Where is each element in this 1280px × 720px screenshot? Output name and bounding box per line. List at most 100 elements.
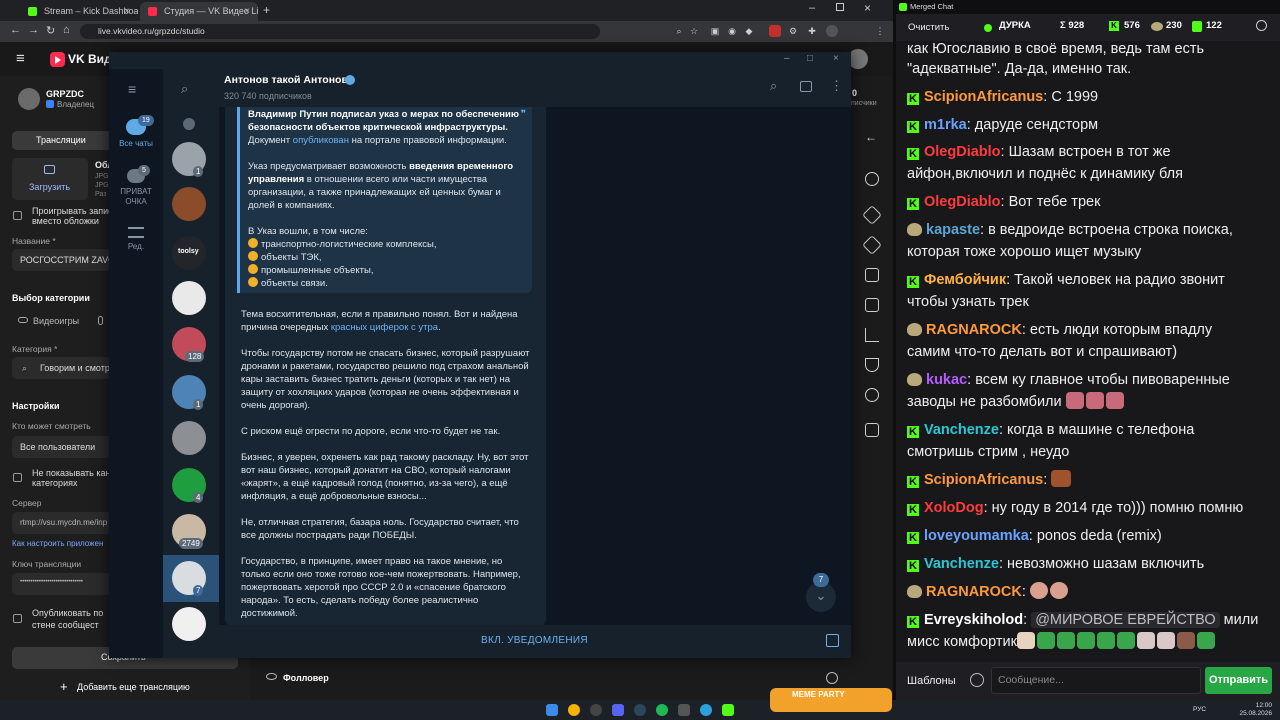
windows-start-icon[interactable] bbox=[546, 704, 558, 716]
extension-icon[interactable]: ⚙ bbox=[787, 25, 799, 37]
extension-icon[interactable]: ▣ bbox=[709, 25, 721, 37]
new-tab-icon[interactable]: + bbox=[263, 3, 270, 17]
forwarded-quote: ❞ Владимир Путин подписал указ о мерах п… bbox=[237, 107, 532, 293]
bookmark-star-icon[interactable]: ☆ bbox=[688, 25, 700, 37]
main-menu-icon[interactable]: ≡ bbox=[128, 82, 136, 96]
publish-checkbox[interactable] bbox=[13, 614, 22, 623]
channel-avatar[interactable] bbox=[18, 88, 40, 110]
minimize-icon[interactable]: – bbox=[784, 53, 790, 64]
chat-avatar[interactable] bbox=[172, 421, 206, 455]
chrome-icon[interactable] bbox=[568, 704, 580, 716]
profile-icon[interactable] bbox=[826, 25, 838, 37]
hamburger-menu-icon[interactable]: ≡ bbox=[16, 51, 25, 66]
category-games[interactable]: Видеоигры bbox=[33, 316, 79, 326]
mention-tag[interactable]: @МИРОВОЕ ЕВРЕЙСТВО bbox=[1031, 612, 1220, 628]
diamond-icon[interactable] bbox=[862, 235, 882, 255]
chat-message: kukac: всем ку главное чтобы пивоваренны… bbox=[907, 369, 1277, 391]
spotify-icon[interactable] bbox=[656, 704, 668, 716]
emote-icon bbox=[1085, 392, 1104, 409]
block-icon[interactable] bbox=[865, 388, 879, 402]
url-field[interactable]: live.vkvideo.ru/grpzdc/studio bbox=[80, 24, 600, 39]
clock-time: 12:00 bbox=[1255, 702, 1272, 709]
tray-lang[interactable]: РУС bbox=[1193, 706, 1206, 713]
list-icon[interactable] bbox=[865, 298, 879, 312]
forward-icon[interactable]: → bbox=[28, 24, 39, 36]
clear-button[interactable]: Очистить bbox=[900, 18, 957, 37]
post-line: пожертвовать херотой про СССР 2.0 и «спа… bbox=[241, 582, 506, 593]
search-icon[interactable]: ⌕ bbox=[181, 81, 188, 97]
folder-private[interactable]: ПРИВАТ ОЧКА bbox=[109, 169, 163, 207]
steam-icon[interactable] bbox=[634, 704, 646, 716]
folder-all-chats[interactable]: Все чаты bbox=[109, 119, 163, 149]
message-area: ❞ Владимир Путин подписал указ о мерах п… bbox=[219, 107, 851, 625]
published-link[interactable]: опубликован bbox=[293, 135, 349, 146]
system-clock[interactable]: 12:00 25.08.2026 bbox=[1239, 702, 1272, 718]
menu-dots-icon[interactable]: ⋮ bbox=[874, 25, 886, 37]
puzzle-icon[interactable]: ✚ bbox=[806, 25, 818, 37]
quote-line: В Указ вошли, в том числе: bbox=[248, 226, 368, 237]
back-icon[interactable]: ← bbox=[10, 24, 21, 36]
telegram-icon[interactable] bbox=[700, 704, 712, 716]
trophy-icon[interactable] bbox=[865, 358, 879, 372]
dice-icon[interactable] bbox=[865, 268, 879, 282]
app-icon[interactable] bbox=[678, 704, 690, 716]
notifications-button[interactable]: ВКЛ. УВЕДОМЛЕНИЯ bbox=[481, 635, 588, 646]
back-arrow-icon[interactable]: ← bbox=[865, 130, 877, 144]
search-icon[interactable]: ⌕ bbox=[770, 78, 777, 94]
settings-icon[interactable] bbox=[865, 172, 879, 186]
message-input[interactable]: Сообщение... bbox=[991, 667, 1201, 694]
bar-chart-icon[interactable] bbox=[865, 328, 879, 342]
close-icon[interactable]: × bbox=[833, 53, 839, 64]
sidebar-toggle-icon[interactable] bbox=[800, 81, 812, 92]
post-line: Государство, в принципе, имеет право на … bbox=[241, 556, 503, 567]
emoji-picker-icon[interactable] bbox=[970, 673, 984, 687]
discord-icon[interactable] bbox=[612, 704, 624, 716]
window-close-icon[interactable]: × bbox=[864, 1, 871, 15]
templates-button[interactable]: Шаблоны bbox=[902, 669, 961, 693]
emote-icon bbox=[1016, 632, 1035, 649]
hide-channel-checkbox[interactable] bbox=[13, 473, 22, 482]
close-tab-icon[interactable]: × bbox=[124, 2, 130, 21]
kick-icon[interactable] bbox=[722, 704, 734, 716]
maximize-icon[interactable]: □ bbox=[807, 53, 813, 64]
add-stream-button[interactable]: Добавить еще трансляцию bbox=[77, 682, 190, 692]
chat-avatar[interactable] bbox=[172, 607, 206, 641]
zoom-icon[interactable]: ⌕ bbox=[673, 25, 685, 37]
home-icon[interactable]: ⌂ bbox=[63, 24, 70, 36]
tab-kick-dashboard[interactable]: Stream – Kick Dashboard × bbox=[20, 2, 138, 21]
red-numbers-link[interactable]: красных циферок с утра bbox=[331, 322, 438, 333]
gem-icon[interactable] bbox=[862, 205, 882, 225]
chat-avatar[interactable]: toolsy bbox=[172, 236, 206, 270]
saved-icon[interactable] bbox=[183, 118, 195, 130]
settings-icon[interactable] bbox=[1256, 20, 1267, 31]
extension-icon[interactable] bbox=[769, 25, 781, 37]
chat-message: kapaste: в ведроиде встроена строка поис… bbox=[907, 219, 1277, 241]
channel-title[interactable]: Антонов такой Антонов bbox=[224, 74, 348, 86]
obs-icon[interactable] bbox=[590, 704, 602, 716]
send-button[interactable]: Отправить bbox=[1205, 667, 1272, 694]
tab-vk-studio[interactable]: Студия — VK Видео Live × bbox=[140, 2, 258, 21]
total-viewers: Σ 928 bbox=[1060, 20, 1085, 31]
more-options-icon[interactable]: ⋮ bbox=[830, 78, 843, 94]
extension-icon[interactable]: ◉ bbox=[726, 25, 738, 37]
chat-message: K OlegDiablo: Вот тебе трек bbox=[907, 191, 1277, 213]
gear-icon[interactable] bbox=[826, 672, 838, 684]
folder-edit[interactable]: Ред. bbox=[109, 227, 163, 252]
reload-icon[interactable]: ↻ bbox=[46, 24, 55, 37]
kick-icon: K bbox=[907, 276, 919, 288]
close-tab-icon[interactable]: × bbox=[244, 2, 250, 21]
app-setup-link[interactable]: Как настроить приложен bbox=[12, 539, 103, 548]
chat-avatar[interactable] bbox=[172, 187, 206, 221]
window-maximize-icon[interactable] bbox=[836, 3, 844, 11]
chat-avatar[interactable] bbox=[172, 281, 206, 315]
top-right-avatar[interactable] bbox=[848, 49, 868, 69]
microphone-icon[interactable] bbox=[98, 316, 103, 325]
window-minimize-icon[interactable]: – bbox=[809, 2, 815, 14]
meme-party-badge[interactable]: MEME PARTY bbox=[770, 688, 892, 712]
category-choice-heading: Выбор категории bbox=[12, 293, 90, 303]
vk-video-logo-icon[interactable] bbox=[50, 52, 65, 67]
video-icon[interactable] bbox=[865, 423, 879, 437]
gift-icon[interactable] bbox=[826, 634, 839, 647]
play-record-checkbox[interactable] bbox=[13, 211, 22, 220]
extension-icon[interactable]: ◆ bbox=[743, 25, 755, 37]
